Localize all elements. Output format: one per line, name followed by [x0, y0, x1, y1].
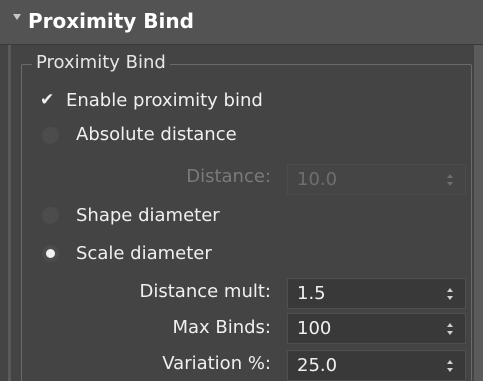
- max-binds-value[interactable]: 100: [297, 318, 331, 339]
- checkmark-icon[interactable]: ✔: [40, 92, 54, 109]
- variation-spinner[interactable]: 25.0: [287, 350, 466, 381]
- variation-value[interactable]: 25.0: [297, 355, 337, 376]
- scale-diameter-radio[interactable]: [42, 245, 59, 262]
- rollout-left-rail: [8, 45, 11, 381]
- spinner-arrows-icon: [447, 174, 454, 187]
- absolute-distance-radio[interactable]: [42, 127, 59, 144]
- distance-spinner: 10.0: [287, 164, 466, 195]
- max-binds-label: Max Binds:: [172, 317, 271, 338]
- enable-proximity-bind-checkbox[interactable]: Enable proximity bind: [66, 90, 263, 111]
- scale-diameter-label[interactable]: Scale diameter: [76, 243, 212, 264]
- distance-value: 10.0: [297, 169, 338, 190]
- spinner-arrows-icon[interactable]: [447, 360, 454, 373]
- group-title: Proximity Bind: [32, 52, 170, 73]
- rollout-title[interactable]: Proximity Bind: [28, 9, 194, 33]
- max-binds-spinner[interactable]: 100: [287, 313, 466, 344]
- variation-label: Variation %:: [162, 353, 271, 374]
- distance-mult-label: Distance mult:: [139, 281, 272, 302]
- spinner-arrows-icon[interactable]: [447, 288, 454, 301]
- distance-mult-value[interactable]: 1.5: [297, 283, 326, 304]
- distance-label: Distance:: [186, 166, 271, 187]
- rollout-header[interactable]: Proximity Bind: [0, 0, 483, 45]
- spinner-arrows-icon[interactable]: [447, 323, 454, 336]
- shape-diameter-radio[interactable]: [42, 207, 59, 224]
- absolute-distance-label[interactable]: Absolute distance: [76, 124, 237, 145]
- shape-diameter-label[interactable]: Shape diameter: [76, 205, 220, 226]
- distance-mult-spinner[interactable]: 1.5: [287, 278, 466, 309]
- collapse-arrow-icon[interactable]: [13, 14, 21, 20]
- panel-scrollbar[interactable]: [474, 45, 483, 381]
